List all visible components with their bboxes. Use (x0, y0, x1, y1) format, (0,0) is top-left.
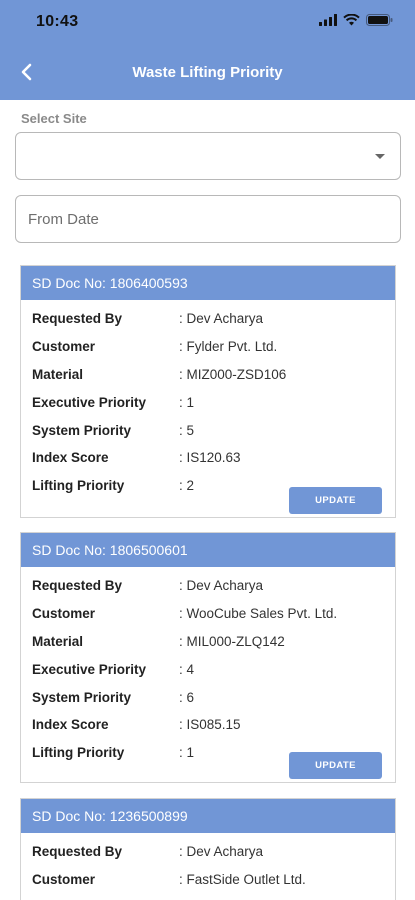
requested-by-row: Requested By : Dev Acharya (21, 572, 395, 600)
lifting-priority-label: Lifting Priority (32, 478, 125, 494)
page-title: Waste Lifting Priority (132, 64, 283, 81)
card-body: Requested By : Dev Acharya Customer : Wo… (21, 567, 395, 783)
status-icons (319, 14, 393, 26)
index-score-row: Index Score : IS085.15 (21, 711, 395, 739)
requested-by-label: Requested By (32, 311, 123, 327)
battery-icon (366, 14, 393, 26)
system-priority-row: System Priority : 6 (21, 683, 395, 711)
caret-down-icon (375, 154, 385, 159)
system-priority-value: : 6 (179, 689, 195, 705)
material-value: : MIL000-ZLQ142 (179, 633, 285, 649)
requested-by-value: : Dev Acharya (179, 578, 264, 594)
system-priority-label: System Priority (32, 422, 132, 438)
priority-card: SD Doc No: 1806400593 Requested By : Dev… (20, 265, 396, 518)
executive-priority-row: Executive Priority : 4 (21, 655, 395, 683)
card-body: Requested By : Dev Acharya Customer : Fy… (21, 300, 395, 518)
card-doc-number: SD Doc No: 1236500899 (21, 799, 395, 833)
card-doc-number: SD Doc No: 1806400593 (21, 266, 395, 300)
status-time: 10:43 (36, 13, 79, 30)
customer-row: Customer : FastSide Outlet Ltd. (21, 866, 395, 894)
system-priority-label: System Priority (32, 689, 132, 705)
customer-label: Customer (32, 606, 96, 622)
customer-value: : FastSide Outlet Ltd. (179, 872, 306, 888)
executive-priority-label: Executive Priority (32, 661, 147, 677)
update-button[interactable]: UPDATE (289, 487, 382, 514)
requested-by-row: Requested By : Dev Acharya (21, 305, 395, 333)
material-label: Material (32, 366, 84, 382)
card-body: Requested By : Dev Acharya Customer : Fa… (21, 833, 395, 894)
lifting-priority-label: Lifting Priority (32, 745, 125, 761)
signal-icon (319, 14, 337, 26)
customer-value: : Fylder Pvt. Ltd. (179, 339, 278, 355)
lifting-priority-value: : 2 (179, 478, 195, 494)
index-score-value: : IS085.15 (179, 717, 241, 733)
executive-priority-value: : 4 (179, 661, 195, 677)
card-doc-number: SD Doc No: 1806500601 (21, 533, 395, 567)
customer-value: : WooCube Sales Pvt. Ltd. (179, 606, 338, 622)
update-button[interactable]: UPDATE (289, 752, 382, 779)
wifi-icon (343, 14, 360, 26)
from-date-input[interactable] (15, 195, 401, 243)
requested-by-value: : Dev Acharya (179, 844, 264, 860)
nav-bar: Waste Lifting Priority (0, 44, 415, 100)
index-score-row: Index Score : IS120.63 (21, 444, 395, 472)
executive-priority-value: : 1 (179, 394, 195, 410)
requested-by-row: Requested By : Dev Acharya (21, 838, 395, 866)
requested-by-label: Requested By (32, 578, 123, 594)
index-score-label: Index Score (32, 450, 109, 466)
customer-row: Customer : Fylder Pvt. Ltd. (21, 333, 395, 361)
site-select[interactable] (15, 132, 401, 180)
requested-by-value: : Dev Acharya (179, 311, 264, 327)
priority-card: SD Doc No: 1806500601 Requested By : Dev… (20, 532, 396, 783)
customer-label: Customer (32, 339, 96, 355)
executive-priority-row: Executive Priority : 1 (21, 388, 395, 416)
system-priority-row: System Priority : 5 (21, 416, 395, 444)
select-site-label: Select Site (21, 111, 87, 126)
system-priority-value: : 5 (179, 422, 195, 438)
customer-label: Customer (32, 872, 96, 888)
status-bar: 10:43 (0, 0, 415, 44)
material-row: Material : MIL000-ZLQ142 (21, 628, 395, 656)
material-label: Material (32, 633, 84, 649)
priority-card: SD Doc No: 1236500899 Requested By : Dev… (20, 798, 396, 900)
index-score-value: : IS120.63 (179, 450, 241, 466)
lifting-priority-value: : 1 (179, 745, 195, 761)
customer-row: Customer : WooCube Sales Pvt. Ltd. (21, 600, 395, 628)
requested-by-label: Requested By (32, 844, 123, 860)
material-row: Material : MIZ000-ZSD106 (21, 361, 395, 389)
material-value: : MIZ000-ZSD106 (179, 366, 287, 382)
executive-priority-label: Executive Priority (32, 394, 147, 410)
index-score-label: Index Score (32, 717, 109, 733)
